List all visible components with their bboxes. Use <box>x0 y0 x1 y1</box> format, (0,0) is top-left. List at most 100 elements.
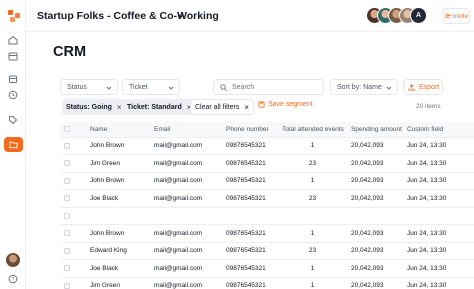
spending-cell: 20,042,093 <box>347 189 403 208</box>
spending-cell: 20,042,093 <box>347 224 403 243</box>
search-input[interactable]: Search <box>213 79 324 95</box>
table-row[interactable]: John Brown mail@gmail.com 09876545321 1 20,0… <box>60 224 474 243</box>
select-all-cell <box>60 122 86 138</box>
custom-field-cell: Jun 24, 13:30 <box>403 154 474 173</box>
filter-chip-label: Status: Going <box>66 103 112 111</box>
clock-icon[interactable] <box>7 89 19 101</box>
status-filter-select[interactable]: Status <box>60 79 118 95</box>
events-cell: 1 <box>278 224 347 243</box>
spending-cell: 20,042,093 <box>347 277 403 289</box>
table-row[interactable] <box>60 207 474 225</box>
crm-table: Name Email Phone number Total attended e… <box>60 122 474 289</box>
phone-cell: 09876545321 <box>222 277 278 289</box>
row-checkbox[interactable] <box>64 247 70 254</box>
email-cell: mail@gmail.com <box>150 189 222 208</box>
email-cell: mail@gmail.com <box>150 172 222 190</box>
table-row[interactable]: John Brown mail@gmail.com 09876545321 1 20,0… <box>60 137 474 155</box>
clear-filters-label: Clear all filters <box>195 103 240 111</box>
brand-logo-icon[interactable] <box>7 9 21 23</box>
ticket-filter-select[interactable]: Ticket <box>122 79 180 95</box>
clear-all-filters-button[interactable]: Clear all filters × <box>190 99 255 115</box>
row-checkbox[interactable] <box>64 142 70 149</box>
help-icon[interactable]: ? <box>7 273 19 285</box>
user-plus-icon <box>444 13 451 19</box>
phone-cell: 09876545321 <box>222 259 278 278</box>
status-filter-label: Status <box>67 83 87 91</box>
svg-text:?: ? <box>12 277 15 283</box>
column-header-name[interactable]: Name <box>86 122 150 138</box>
row-checkbox[interactable] <box>64 195 70 202</box>
column-header-events[interactable]: Total attended events <box>278 122 347 138</box>
table-row[interactable]: Edward King mail@gmail.com 09876545321 23 20… <box>60 242 474 260</box>
app-window: ? Startup Folks - Coffee & Co-Working A … <box>0 0 474 289</box>
email-cell: mail@gmail.com <box>150 154 222 173</box>
phone-cell: 09876545321 <box>222 137 278 155</box>
row-select-cell <box>60 189 86 208</box>
events-cell: 23 <box>278 189 347 208</box>
sort-by-select[interactable]: Sort by: Name <box>330 79 398 95</box>
home-icon[interactable] <box>7 34 19 46</box>
workspace-title[interactable]: Startup Folks - Coffee & Co-Working <box>37 10 219 22</box>
events-cell: 1 <box>278 172 347 190</box>
filter-chip-ticket[interactable]: Ticket: Standard × <box>123 99 196 115</box>
name-cell: Jim Green <box>86 154 150 173</box>
custom-field-cell: Jun 24, 13:30 <box>403 259 474 278</box>
email-cell: mail@gmail.com <box>150 224 222 243</box>
table-row[interactable]: John Brown mail@gmail.com 09876545321 1 20,0… <box>60 172 474 190</box>
name-cell: John Brown <box>86 224 150 243</box>
chevron-down-icon <box>106 86 112 90</box>
email-cell: mail@gmail.com <box>150 259 222 278</box>
table-row[interactable]: Jim Green mail@gmail.com 09876545321 1 20,04… <box>60 277 474 289</box>
events-cell: 23 <box>278 242 347 260</box>
name-cell: Joe Black <box>86 259 150 278</box>
spending-cell <box>347 207 403 225</box>
save-segment-button[interactable]: Save segment <box>258 101 313 108</box>
spending-cell: 20,042,093 <box>347 154 403 173</box>
table-row[interactable]: Jim Green mail@gmail.com 09876545321 23 20,0… <box>60 154 474 173</box>
table-row[interactable]: Joe Black mail@gmail.com 09876545321 23 20,0… <box>60 189 474 208</box>
filter-chip-status[interactable]: Status: Going × <box>62 99 126 115</box>
box-icon[interactable] <box>7 73 19 85</box>
select-all-checkbox[interactable] <box>64 126 70 133</box>
custom-field-cell: Jun 24, 13:30 <box>403 172 474 190</box>
row-checkbox[interactable] <box>64 282 70 289</box>
items-count: 20 items <box>416 103 441 110</box>
column-header-custom[interactable]: Custom field <box>403 122 474 138</box>
search-icon <box>220 83 227 91</box>
sort-by-label: Sort by: Name <box>337 83 382 91</box>
invite-button[interactable]: Invite <box>443 8 470 24</box>
row-checkbox[interactable] <box>64 230 70 237</box>
export-button[interactable]: Export <box>403 79 443 95</box>
table-row[interactable]: Joe Black mail@gmail.com 09876545321 1 20,04… <box>60 259 474 278</box>
name-cell: John Brown <box>86 172 150 190</box>
events-cell: 1 <box>278 277 347 289</box>
calendar-icon[interactable] <box>7 50 19 62</box>
sidebar: ? <box>0 0 26 289</box>
close-icon[interactable]: × <box>117 103 122 112</box>
chevron-down-icon <box>168 86 174 90</box>
row-checkbox[interactable] <box>64 177 70 184</box>
events-cell: 1 <box>278 259 347 278</box>
table-body: John Brown mail@gmail.com 09876545321 1 20,0… <box>60 137 474 289</box>
column-header-email[interactable]: Email <box>150 122 222 138</box>
user-avatar[interactable] <box>6 253 20 267</box>
column-header-spending[interactable]: Spending amount <box>347 122 403 138</box>
save-icon <box>258 101 265 108</box>
custom-field-cell: Jun 24, 13:30 <box>403 242 474 260</box>
row-checkbox[interactable] <box>64 212 70 219</box>
row-checkbox[interactable] <box>64 265 70 272</box>
name-cell: John Brown <box>86 137 150 155</box>
row-checkbox[interactable] <box>64 160 70 167</box>
chevron-down-icon <box>386 86 392 90</box>
column-header-phone[interactable]: Phone number <box>222 122 278 138</box>
avatar-initial: A <box>410 7 427 24</box>
folder-icon <box>9 141 18 149</box>
name-cell: Jim Green <box>86 277 150 289</box>
email-cell: mail@gmail.com <box>150 277 222 289</box>
chevron-down-icon[interactable] <box>177 12 185 20</box>
name-cell <box>86 207 150 225</box>
save-segment-label: Save segment <box>268 101 313 108</box>
events-cell: 1 <box>278 137 347 155</box>
tag-icon[interactable] <box>7 114 19 126</box>
sidebar-item-crm[interactable] <box>4 137 23 152</box>
